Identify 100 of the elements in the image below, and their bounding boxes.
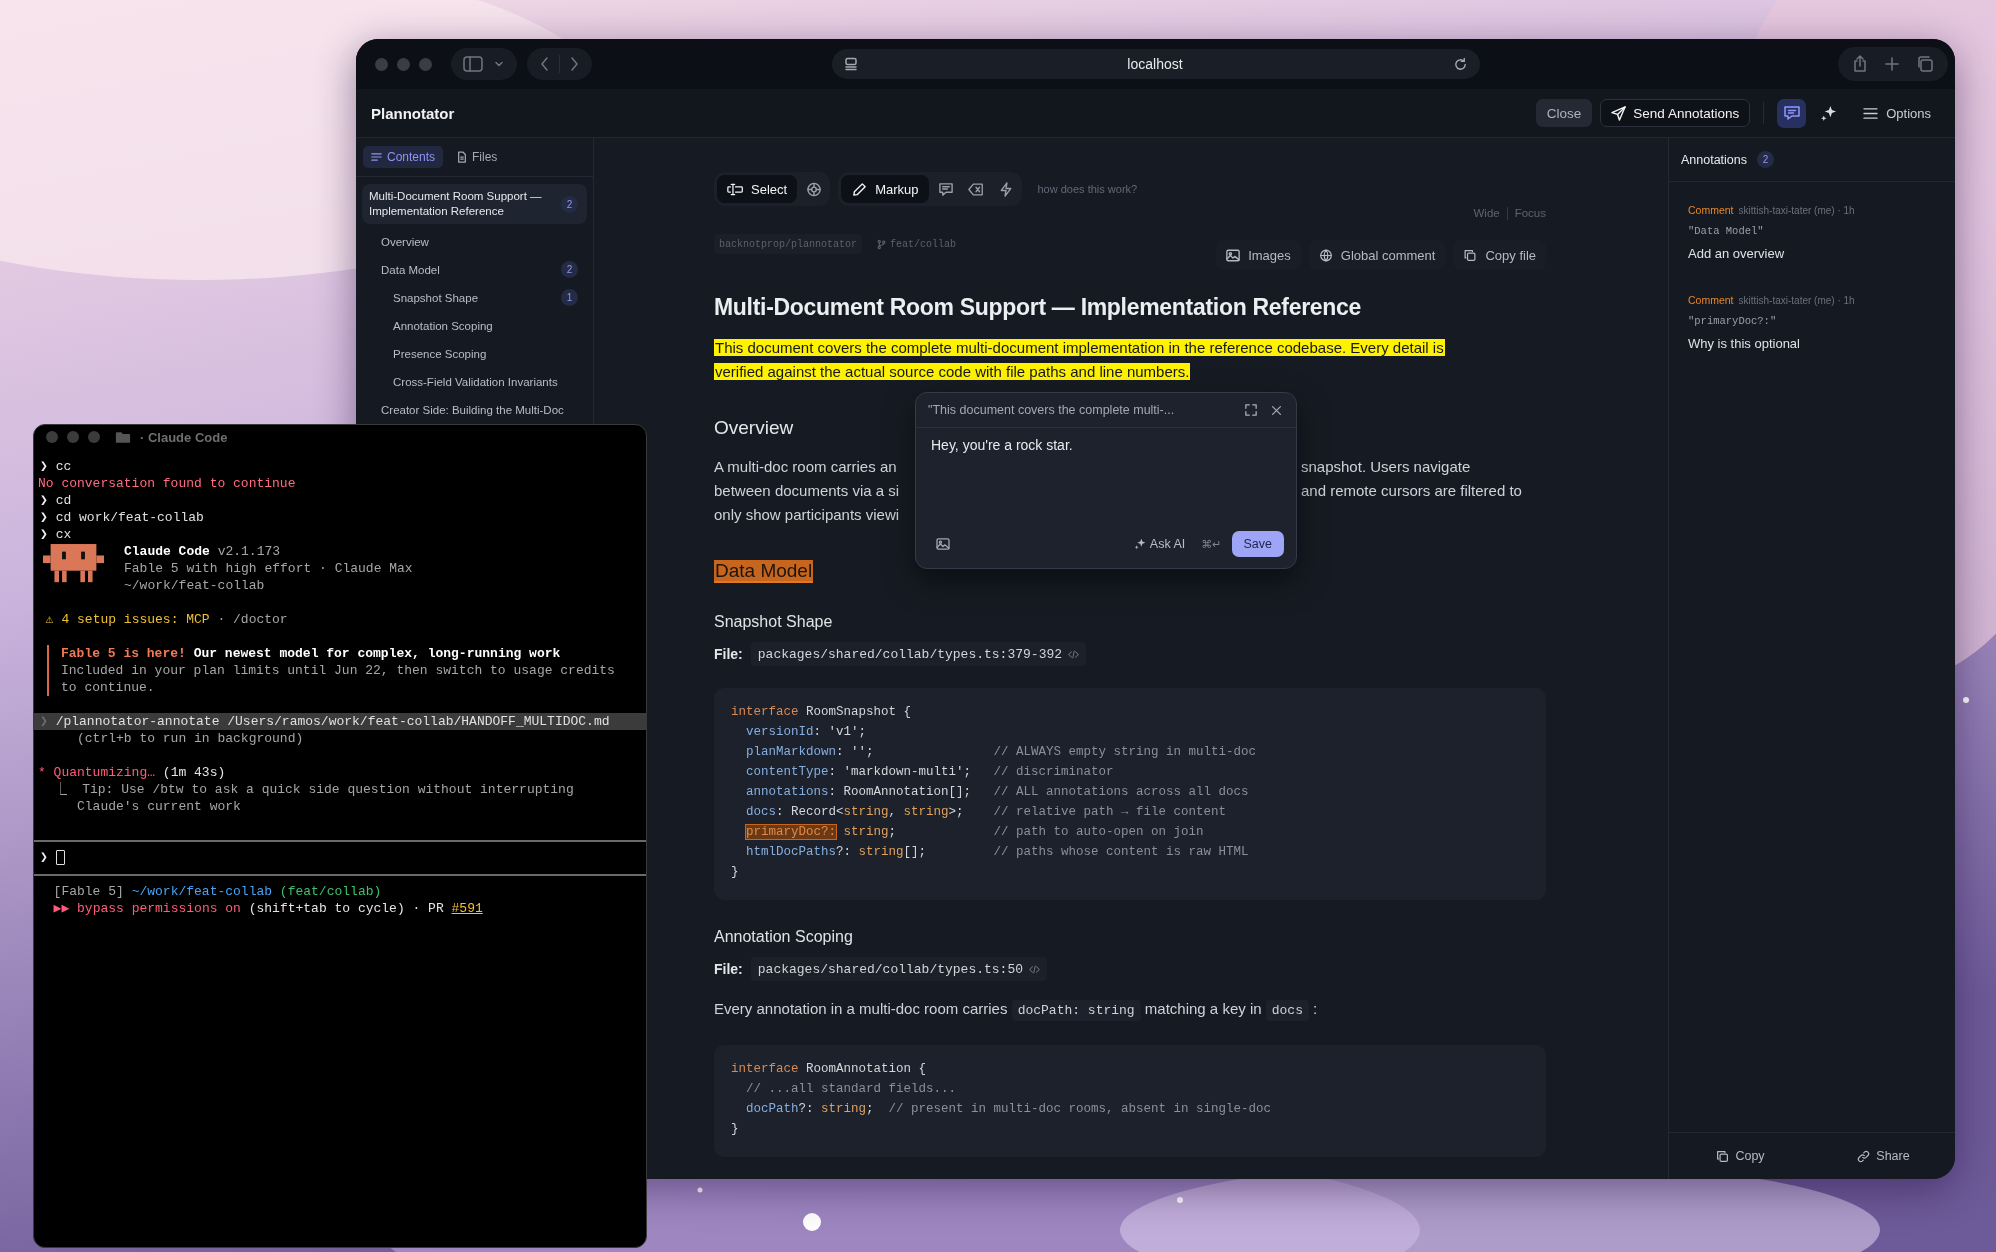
- terminal-line: ~/work/feat-collab: [124, 577, 266, 594]
- file-path: packages/shared/collab/types.ts:379-392: [757, 646, 1063, 662]
- menu-icon: [1863, 106, 1879, 120]
- terminal-line: Fable 5 with high effort · Claude Max: [124, 560, 413, 577]
- file-path: packages/shared/collab/types.ts:50: [757, 961, 1024, 977]
- options-button[interactable]: Options: [1857, 104, 1937, 122]
- terminal-line: * Quantumizing… (1m 43s): [38, 764, 227, 781]
- outline-item[interactable]: Presence Scoping: [362, 342, 587, 365]
- share-button[interactable]: Share: [1812, 1133, 1955, 1179]
- terminal-command: cd work/feat-collab: [55, 509, 204, 526]
- terminal-line: (ctrl+b to run in background): [76, 730, 305, 747]
- paragraph-line: and remote cursors are filtered to: [1301, 481, 1522, 501]
- outline-item[interactable]: Overview: [362, 230, 587, 253]
- terminal-line: ⚠ 4 setup issues: MCP · /doctor: [44, 611, 289, 628]
- close-button[interactable]: Close: [1535, 99, 1593, 127]
- count-badge: 2: [1757, 151, 1775, 168]
- outline-item[interactable]: Data Model 2: [362, 258, 587, 281]
- section-heading: Annotation Scoping: [714, 927, 854, 947]
- copy-button[interactable]: Copy: [1669, 1133, 1812, 1179]
- annotation-quote: "primaryDoc?:": [1688, 315, 1778, 327]
- code-comment: // discriminator: [993, 764, 1114, 781]
- comment-input[interactable]: Hey, you're a rock star.: [916, 428, 1296, 524]
- send-annotations-button[interactable]: Send Annotations: [1600, 99, 1751, 127]
- sidebar-toggle-button[interactable]: [451, 48, 517, 80]
- count-badge: 1: [561, 289, 578, 306]
- save-button[interactable]: Save: [1231, 531, 1284, 557]
- comment-icon[interactable]: [937, 181, 954, 197]
- text-cursor: [55, 850, 65, 865]
- outline-item-label: Creator Side: Building the Multi-Doc: [381, 403, 564, 416]
- terminal-line: Included in your plan limits until Jun 22, then switch to usage credits: [61, 662, 616, 679]
- outline-item-label: Presence Scoping: [393, 347, 487, 360]
- share-icon[interactable]: [1852, 55, 1868, 73]
- code-comment: // paths whose content is raw HTML: [993, 844, 1249, 861]
- code-line: htmlDocPaths?: string[];: [745, 844, 928, 861]
- forward-icon[interactable]: [568, 56, 580, 72]
- count-badge: 2: [561, 195, 578, 213]
- mode-button[interactable]: Markup: [841, 175, 929, 203]
- terminal-command: cx: [55, 526, 72, 543]
- code-line: planMarkdown: '';: [745, 744, 875, 761]
- site-icon: [843, 57, 858, 71]
- terminal-line: Fable 5 is here! Our newest model for complex, long-running work: [61, 645, 562, 662]
- chat-icon: [1782, 105, 1801, 121]
- reload-icon[interactable]: [1452, 56, 1468, 72]
- code-line: }: [731, 1121, 739, 1138]
- app-title: Plannotator: [371, 104, 455, 122]
- mode-button[interactable]: Select: [717, 175, 798, 203]
- annotations-panel-toggle[interactable]: [1777, 98, 1807, 128]
- sidebar-tab[interactable]: Contents: [363, 146, 444, 168]
- copy-icon: [1463, 248, 1478, 262]
- paragraph-line: between documents via a si: [714, 481, 901, 501]
- window-title: · Claude Code: [140, 429, 228, 445]
- code-line: interface RoomSnapshot {: [731, 704, 913, 721]
- sparkle-icon[interactable]: [1820, 104, 1838, 122]
- count-badge: 2: [561, 261, 578, 278]
- globe-icon: [1318, 248, 1333, 262]
- terminal-line: Claude's current work: [76, 798, 242, 815]
- code-line: interface RoomAnnotation {: [731, 1061, 927, 1078]
- terminal-line: ⎿ Tip: Use /btw to ask a quick side question without interrupting: [52, 781, 575, 798]
- back-icon[interactable]: [539, 56, 551, 72]
- image-icon: [1226, 248, 1241, 262]
- annotation-author: skittish-taxi-tater (me) · 1h: [1738, 295, 1855, 306]
- comment-popup[interactable]: "This document covers the complete multi-... Hey, you're a rock star. Ask AI ⌘↵ Save: [915, 392, 1297, 569]
- new-tab-icon[interactable]: [1884, 56, 1900, 72]
- ask-ai-button[interactable]: Ask AI: [1127, 536, 1192, 552]
- prompt-symbol: ❯: [40, 492, 48, 509]
- paragraph: This document covers the complete multi-document implementation in the reference codebase. Every detail is verified against the actual source code with file paths and line numbers.: [714, 338, 1446, 382]
- annotation-text: Why is this optional: [1688, 336, 1801, 351]
- code-line: primaryDoc?: string;: [745, 824, 898, 841]
- outline-item-label: Overview: [381, 235, 429, 248]
- branch-tag: feat/collab: [872, 234, 962, 254]
- prompt-symbol: ❯: [40, 526, 48, 543]
- image-icon[interactable]: [936, 538, 950, 550]
- file-label: File:: [714, 961, 743, 977]
- terminal-line: ▶▶ bypass permissions on (shift+tab to cycle) · PR #591: [52, 900, 484, 917]
- send-icon: [1611, 105, 1627, 121]
- list-icon: [371, 152, 382, 162]
- annotation-text: Add an overview: [1688, 246, 1786, 261]
- close-icon[interactable]: [1271, 404, 1282, 416]
- repo-tag: backnotprop/plannotator: [714, 234, 863, 254]
- eraser-icon[interactable]: [967, 181, 984, 197]
- sidebar-icon: [463, 56, 483, 72]
- expand-icon[interactable]: [1245, 404, 1257, 416]
- outline-item[interactable]: Creator Side: Building the Multi-Doc: [362, 398, 587, 421]
- code-line: contentType: 'markdown-multi';: [745, 764, 973, 781]
- prompt-symbol: ❯: [40, 458, 48, 475]
- tabs-icon[interactable]: [1916, 55, 1934, 73]
- annotation-type: Comment: [1688, 294, 1734, 306]
- paragraph: Every annotation in a multi-doc room carries docPath: string matching a key in docs :: [714, 997, 1484, 1023]
- outline-item[interactable]: Annotation Scoping: [362, 314, 587, 337]
- address-bar[interactable]: localhost: [831, 49, 1480, 79]
- outline-item[interactable]: Snapshot Shape 1: [362, 286, 587, 309]
- crosshair-icon[interactable]: [806, 181, 823, 197]
- document-title: Multi-Document Room Support — Implementation Reference: [714, 293, 1362, 322]
- code-line: versionId: 'v1';: [745, 724, 868, 741]
- outline-item[interactable]: Multi-Document Room Support — Implementation Reference 2: [362, 184, 587, 224]
- terminal-command: cc: [55, 458, 72, 475]
- link-icon: [1857, 1149, 1871, 1163]
- outline-item[interactable]: Cross-Field Validation Invariants: [362, 370, 587, 393]
- sidebar-tab[interactable]: Files: [449, 146, 506, 168]
- outline-item-label: Data Model: [381, 263, 440, 276]
